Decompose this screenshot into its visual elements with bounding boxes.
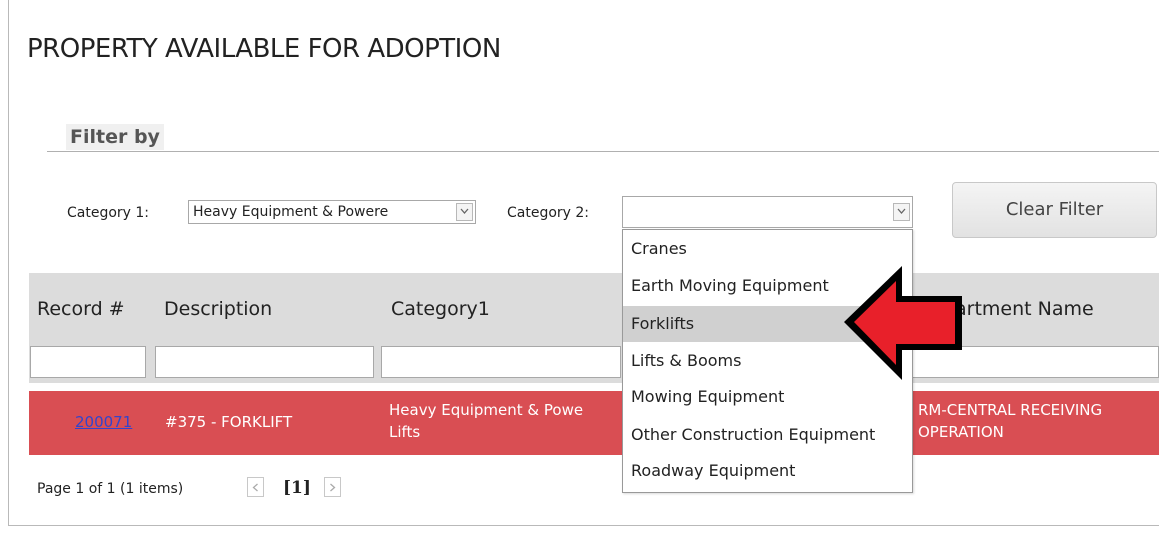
chevron-right-icon[interactable] — [324, 477, 341, 497]
pager-summary: Page 1 of 1 (1 items) — [37, 481, 184, 497]
description-filter-input[interactable] — [155, 346, 374, 378]
chevron-left-icon[interactable] — [247, 477, 264, 497]
chevron-down-icon[interactable] — [893, 203, 910, 221]
clear-filter-button[interactable]: Clear Filter — [952, 182, 1157, 238]
category1-select[interactable]: Heavy Equipment & Powere — [188, 200, 476, 224]
column-header-category1[interactable]: Category1 — [391, 298, 490, 320]
category2-select[interactable] — [622, 196, 913, 228]
record-link[interactable]: 200071 — [75, 413, 132, 431]
filter-divider — [47, 151, 1159, 152]
category2-label: Category 2: — [507, 205, 590, 221]
pager-current-page[interactable]: [1] — [283, 478, 311, 498]
record-filter-input[interactable] — [30, 346, 146, 378]
description-cell: #375 - FORKLIFT — [165, 413, 293, 431]
chevron-down-icon[interactable] — [456, 203, 473, 221]
filter-heading: Filter by — [66, 124, 164, 150]
category1-cell-line1: Heavy Equipment & Powe — [389, 401, 584, 419]
column-header-description[interactable]: Description — [164, 298, 272, 320]
red-arrow-annotation — [844, 266, 962, 380]
page-title: PROPERTY AVAILABLE FOR ADOPTION — [27, 34, 501, 64]
column-header-record[interactable]: Record # — [37, 298, 125, 320]
category1-cell-line2: Lifts — [389, 423, 421, 441]
category1-value: Heavy Equipment & Powere — [193, 204, 389, 220]
category1-label: Category 1: — [67, 205, 150, 221]
department-cell-line1: RM-CENTRAL RECEIVING — [918, 401, 1103, 419]
dropdown-option-other-construction[interactable]: Other Construction Equipment — [623, 417, 912, 453]
column-header-department[interactable]: artment Name — [955, 298, 1094, 320]
category1-filter-input[interactable] — [381, 346, 621, 378]
department-cell-line2: OPERATION — [918, 423, 1004, 441]
dropdown-option-roadway[interactable]: Roadway Equipment — [623, 453, 912, 489]
